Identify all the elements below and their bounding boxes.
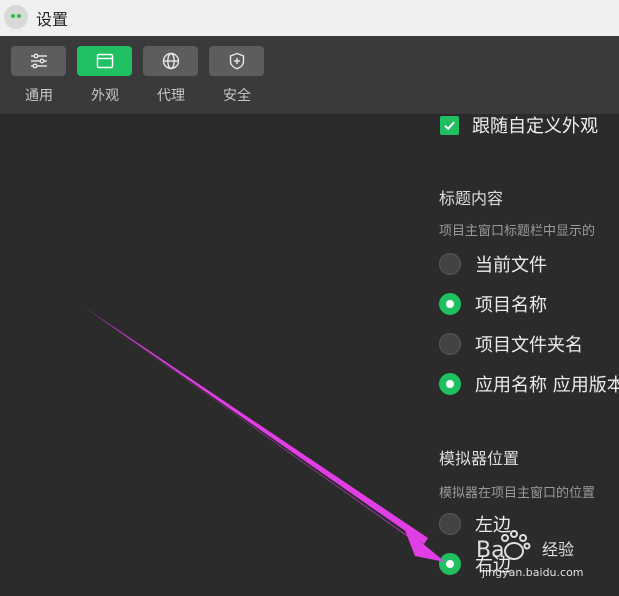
simulator-option-right[interactable]: 右边 (439, 552, 511, 576)
tab-proxy-button[interactable] (143, 46, 198, 76)
tab-general-button[interactable] (11, 46, 66, 76)
follow-custom-appearance-checkbox[interactable] (440, 115, 459, 135)
radio-label-project-name: 项目名称 (475, 295, 547, 316)
tab-general-label: 通用 (25, 88, 53, 104)
app-logo-icon (4, 5, 28, 29)
tab-security-button[interactable] (209, 46, 264, 76)
tab-proxy[interactable]: 代理 (143, 46, 199, 105)
radio-label-simulator-right: 右边 (475, 555, 511, 576)
radio-simulator-right[interactable] (439, 553, 461, 575)
shield-icon (229, 52, 244, 70)
follow-custom-appearance-option[interactable]: 跟随自定义外观 (440, 114, 598, 137)
window-icon (96, 53, 113, 69)
globe-icon (162, 52, 179, 70)
sliders-icon (30, 53, 47, 69)
title-option-app-name-version[interactable]: 应用名称 应用版本 (439, 372, 619, 396)
tab-appearance[interactable]: 外观 (77, 46, 133, 105)
title-content-heading: 标题内容 (439, 189, 504, 208)
radio-simulator-left[interactable] (439, 513, 461, 535)
title-option-project-name[interactable]: 项目名称 (439, 292, 547, 316)
radio-current-file[interactable] (439, 253, 461, 275)
window-title: 设置 (36, 10, 69, 29)
tab-security[interactable]: 安全 (209, 46, 265, 105)
tab-appearance-label: 外观 (91, 88, 119, 104)
radio-label-project-folder-name: 项目文件夹名 (475, 335, 583, 356)
radio-label-simulator-left: 左边 (475, 515, 511, 536)
settings-content: 跟随自定义外观 标题内容 项目主窗口标题栏中显示的 当前文件 项目名称 项目文件… (0, 114, 619, 596)
radio-label-app-name-version: 应用名称 应用版本 (475, 375, 619, 396)
radio-app-name-version[interactable] (439, 373, 461, 395)
checkmark-icon (444, 121, 455, 130)
simulator-option-left[interactable]: 左边 (439, 512, 511, 536)
tab-proxy-label: 代理 (157, 88, 185, 104)
title-content-description: 项目主窗口标题栏中显示的 (439, 224, 596, 239)
title-bar: 设置 (0, 0, 619, 36)
radio-project-name[interactable] (439, 293, 461, 315)
radio-label-current-file: 当前文件 (475, 255, 547, 276)
settings-tab-bar: 通用 外观 代理 安全 (0, 36, 619, 114)
title-option-project-folder-name[interactable]: 项目文件夹名 (439, 332, 583, 356)
tab-general[interactable]: 通用 (11, 46, 67, 105)
radio-project-folder-name[interactable] (439, 333, 461, 355)
title-option-current-file[interactable]: 当前文件 (439, 252, 547, 276)
simulator-position-heading: 模拟器位置 (439, 449, 520, 468)
tab-appearance-button[interactable] (77, 46, 132, 76)
simulator-position-description: 模拟器在项目主窗口的位置 (439, 486, 596, 501)
follow-custom-appearance-label: 跟随自定义外观 (472, 116, 598, 137)
tab-security-label: 安全 (223, 88, 251, 104)
